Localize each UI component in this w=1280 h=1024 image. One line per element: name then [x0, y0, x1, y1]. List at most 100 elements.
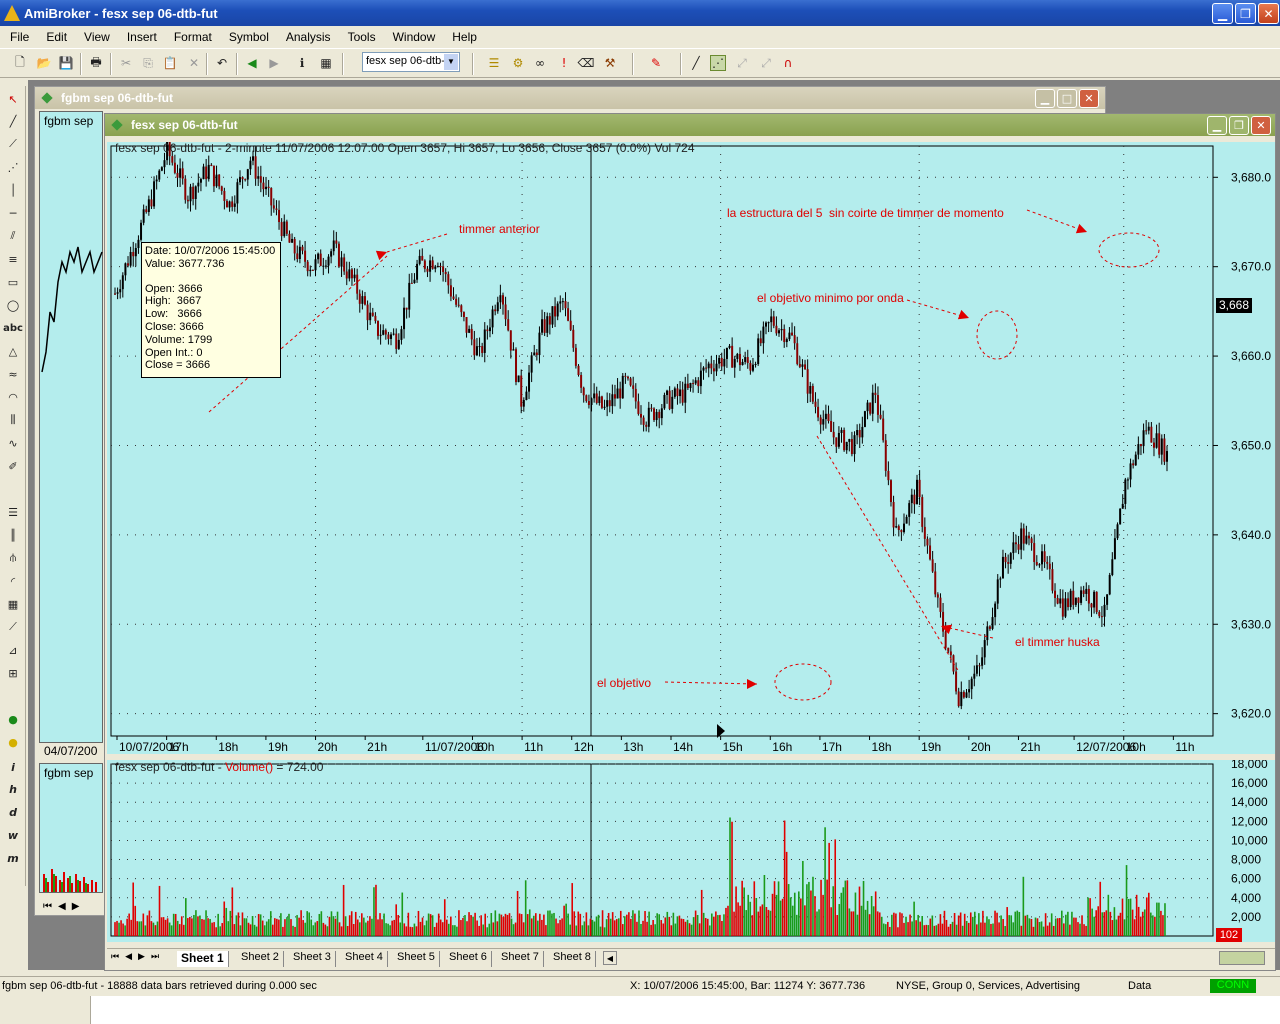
grid-icon[interactable]: ▦	[4, 595, 22, 613]
select-arrow-icon[interactable]: ↖	[4, 90, 22, 108]
vertical-line-icon[interactable]: │	[4, 181, 22, 199]
pattern-icon[interactable]: ⊞	[4, 664, 22, 682]
menu-file[interactable]: File	[10, 30, 29, 44]
yellow-button-icon[interactable]: ●	[4, 733, 22, 751]
first-sheet-icon[interactable]: ⏮	[43, 901, 52, 912]
tab-sheet-1[interactable]: Sheet 1	[177, 951, 229, 967]
fibonacci-icon[interactable]: ≡	[4, 250, 22, 268]
curve-icon[interactable]: ∿	[4, 434, 22, 452]
database-icon[interactable]: ☰	[486, 55, 502, 71]
parallel-lines-icon[interactable]: ⫽	[4, 227, 22, 245]
italic-h-icon[interactable]: h	[4, 780, 22, 798]
fesx-window-title-bar[interactable]: fesx sep 06-dtb-fut	[105, 114, 1275, 136]
arc-icon[interactable]: ◠	[4, 388, 22, 406]
forward-icon[interactable]: ▶	[266, 55, 282, 71]
ruler-icon[interactable]: ⊿	[4, 641, 22, 659]
close-button[interactable]: ✕	[1258, 3, 1279, 24]
chevron-down-icon[interactable]: ▼	[444, 54, 458, 70]
volume-pane[interactable]: 18,000 16,000 14,000 12,000 10,000 8,000 6,000…	[107, 760, 1275, 942]
fgbm-minimize-button[interactable]: ▁	[1035, 89, 1055, 108]
line-icon[interactable]: ╱	[688, 55, 704, 71]
color-pen-icon[interactable]: ✎	[648, 55, 664, 71]
fesx-minimize-button[interactable]: ▁	[1207, 116, 1227, 135]
symbol-combo[interactable]: fesx sep 06-dtb- ▼	[362, 52, 460, 72]
calendar-icon[interactable]: ▦	[318, 55, 334, 71]
italic-i-icon[interactable]: i	[4, 758, 22, 776]
ray-icon[interactable]: ⤢	[734, 55, 750, 71]
fan-icon[interactable]: ⟋	[4, 618, 22, 636]
italic-m-icon[interactable]: m	[4, 849, 22, 867]
magnet-icon[interactable]: ∩	[780, 55, 796, 71]
price-chart[interactable]: 3,680.0 3,670.0 3,660.0 3,650.0 3,640.0 3,630…	[107, 142, 1275, 754]
italic-d-icon[interactable]: d	[4, 803, 22, 821]
bars-icon[interactable]: ║	[4, 526, 22, 544]
binoculars-icon[interactable]: ∞	[532, 55, 548, 71]
next-sheet-icon[interactable]: ▶	[138, 951, 145, 962]
menu-window[interactable]: Window	[393, 30, 436, 44]
fgbm-price-pane[interactable]: fgbm sep 04/07/200	[39, 111, 103, 758]
undo-icon[interactable]: ↶	[214, 55, 230, 71]
menu-symbol[interactable]: Symbol	[229, 30, 269, 44]
triangle-icon[interactable]: △	[4, 342, 22, 360]
italic-w-icon[interactable]: w	[4, 826, 22, 844]
dashed-line-icon[interactable]: ⋰	[710, 55, 726, 71]
horizontal-line-icon[interactable]: ─	[4, 204, 22, 222]
prev-sheet-icon[interactable]: ◀	[125, 951, 132, 962]
fesx-chart-window[interactable]: fesx sep 06-dtb-fut ▁ ❐ ✕ 3,680.0 3,670.0…	[104, 113, 1276, 971]
text-tool-icon[interactable]: abc	[3, 319, 23, 337]
hammer-icon[interactable]: ⚒	[602, 55, 618, 71]
pen-icon[interactable]: ✐	[4, 457, 22, 475]
fgbm-volume-pane[interactable]: fgbm sep	[39, 763, 103, 893]
zigzag-icon[interactable]: ≈	[4, 365, 22, 383]
tab-sheet-5[interactable]: Sheet 5	[393, 951, 440, 967]
fgbm-maximize-button[interactable]: □	[1057, 89, 1077, 108]
green-button-icon[interactable]: ●	[4, 710, 22, 728]
cut-icon[interactable]: ✂	[118, 55, 134, 71]
arc-fan-icon[interactable]: ◜	[4, 572, 22, 590]
fesx-close-button[interactable]: ✕	[1251, 116, 1271, 135]
menu-tools[interactable]: Tools	[348, 30, 376, 44]
extend-icon[interactable]: ⤢	[758, 55, 774, 71]
cycle-icon[interactable]: ⫼	[4, 411, 22, 429]
list-icon[interactable]: ☰	[4, 503, 22, 521]
tab-sheet-4[interactable]: Sheet 4	[341, 951, 388, 967]
minimize-button[interactable]: ▁	[1212, 3, 1233, 24]
fesx-restore-button[interactable]: ❐	[1229, 116, 1249, 135]
tab-sheet-2[interactable]: Sheet 2	[237, 951, 284, 967]
info-icon[interactable]: ℹ	[294, 55, 310, 71]
horizontal-scrollbar-thumb[interactable]	[1219, 951, 1265, 965]
pitchfork-icon[interactable]: ⫛	[4, 549, 22, 567]
next-sheet-icon[interactable]: ▶	[72, 901, 80, 912]
gear-icon[interactable]: ⚙	[510, 55, 526, 71]
first-sheet-icon[interactable]: ⏮	[111, 951, 119, 962]
tab-sheet-6[interactable]: Sheet 6	[445, 951, 492, 967]
volume-chart[interactable]: 18,000 16,000 14,000 12,000 10,000 8,000 6,000…	[107, 760, 1275, 942]
prev-sheet-icon[interactable]: ◀	[58, 901, 66, 912]
restore-button[interactable]: ❐	[1235, 3, 1256, 24]
menu-edit[interactable]: Edit	[46, 30, 67, 44]
tab-sheet-3[interactable]: Sheet 3	[289, 951, 336, 967]
last-sheet-icon[interactable]: ⏭	[151, 951, 159, 962]
menu-analysis[interactable]: Analysis	[286, 30, 331, 44]
ellipse-icon[interactable]: ◯	[4, 296, 22, 314]
paste-icon[interactable]: 📋	[162, 55, 178, 71]
save-icon[interactable]: 💾	[58, 55, 74, 71]
extended-line-icon[interactable]: ⋰	[4, 158, 22, 176]
back-icon[interactable]: ◀	[244, 55, 260, 71]
menu-help[interactable]: Help	[452, 30, 477, 44]
tab-sheet-7[interactable]: Sheet 7	[497, 951, 544, 967]
eraser-icon[interactable]: ⌫	[578, 55, 595, 71]
delete-icon[interactable]: ✕	[186, 55, 202, 71]
tab-sheet-8[interactable]: Sheet 8	[549, 951, 596, 967]
scroll-left-icon[interactable]: ◀	[603, 951, 617, 965]
ray-tool-icon[interactable]: ⟋	[4, 135, 22, 153]
menu-insert[interactable]: Insert	[127, 30, 157, 44]
fgbm-close-button[interactable]: ✕	[1079, 89, 1099, 108]
fgbm-window-title-bar[interactable]: fgbm sep 06-dtb-fut	[35, 87, 1105, 109]
new-icon[interactable]: 🗋	[12, 55, 28, 71]
copy-icon[interactable]: ⎘	[140, 55, 156, 71]
price-pane[interactable]: 3,680.0 3,670.0 3,660.0 3,650.0 3,640.0 3,630…	[107, 141, 1275, 754]
print-icon[interactable]: 🖶	[88, 55, 104, 71]
menu-format[interactable]: Format	[174, 30, 212, 44]
menu-view[interactable]: View	[84, 30, 110, 44]
